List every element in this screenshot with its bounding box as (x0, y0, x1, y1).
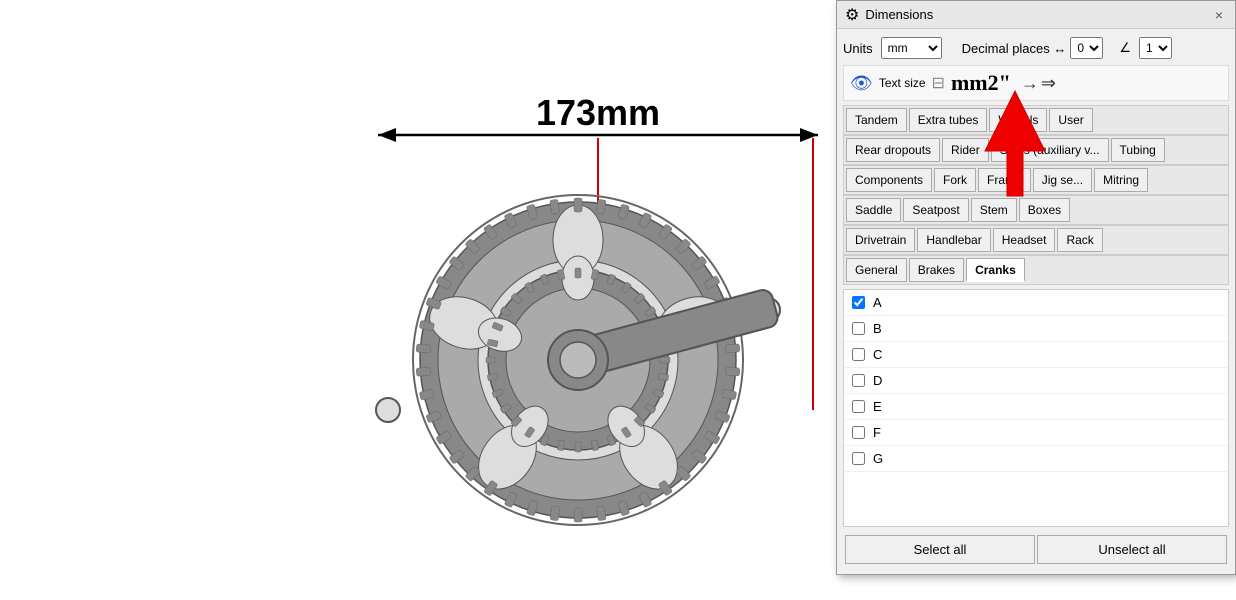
checkbox-label-c: C (873, 347, 882, 362)
tab-fork[interactable]: Fork (934, 168, 976, 192)
tab-boxes[interactable]: Boxes (1019, 198, 1070, 222)
decimal-label: Decimal places ↔ (962, 41, 1067, 56)
checkbox-label-e: E (873, 399, 882, 414)
checkbox-a[interactable] (852, 296, 865, 309)
tab-rows-container: TandemExtra tubesWheelsUserRear dropouts… (843, 105, 1229, 285)
textsize-row: 👁 Text size ⊟ mm2" → ⇒ (843, 65, 1229, 101)
list-item: E (844, 394, 1228, 420)
tab-tandem[interactable]: Tandem (846, 108, 907, 132)
select-all-button[interactable]: Select all (845, 535, 1035, 564)
list-item: F (844, 420, 1228, 446)
list-item: C (844, 342, 1228, 368)
slider-icon: ⊟ (932, 73, 945, 93)
tab-stays-auxiliary-v[interactable]: Stays (auxiliary v... (991, 138, 1109, 162)
dialog-titlebar: ⚙ Dimensions × (837, 1, 1235, 29)
decimal-places-group: Decimal places ↔ 0 1 2 3 (962, 37, 1104, 59)
dimensions-dialog: ⚙ Dimensions × Units mm cm inches Decima… (836, 0, 1236, 575)
checkbox-e[interactable] (852, 400, 865, 413)
arrow-button-2[interactable]: ⇒ (1041, 73, 1056, 94)
angle-select[interactable]: 0 1 2 3 (1139, 37, 1172, 59)
dialog-title-text: Dimensions (865, 7, 933, 22)
list-item: D (844, 368, 1228, 394)
svg-text:173mm: 173mm (536, 92, 660, 133)
tab-general[interactable]: General (846, 258, 907, 282)
tab-extra-tubes[interactable]: Extra tubes (909, 108, 988, 132)
textsize-label: Text size (879, 76, 926, 90)
tab-components[interactable]: Components (846, 168, 932, 192)
close-button[interactable]: × (1211, 7, 1227, 23)
dialog-title: ⚙ Dimensions (845, 5, 933, 25)
tab-frame[interactable]: Frame (978, 168, 1031, 192)
tab-row-1: Rear dropoutsRiderStays (auxiliary v...T… (843, 135, 1229, 165)
textsize-display: mm2" (951, 70, 1011, 96)
tab-seatpost[interactable]: Seatpost (903, 198, 968, 222)
checkbox-label-d: D (873, 373, 882, 388)
list-item: A (844, 290, 1228, 316)
units-label: Units (843, 41, 873, 56)
checkbox-g[interactable] (852, 452, 865, 465)
checkbox-label-a: A (873, 295, 882, 310)
checkbox-f[interactable] (852, 426, 865, 439)
tab-row-4: DrivetrainHandlebarHeadsetRack (843, 225, 1229, 255)
angle-label: ∠ (1119, 40, 1131, 56)
eye-icon: 👁 (850, 73, 873, 94)
units-select[interactable]: mm cm inches (881, 37, 942, 59)
arrow-icons-group: → ⇒ (1021, 73, 1056, 94)
decimal-select[interactable]: 0 1 2 3 (1070, 37, 1103, 59)
tab-drivetrain[interactable]: Drivetrain (846, 228, 915, 252)
tab-stem[interactable]: Stem (971, 198, 1017, 222)
tab-row-5: GeneralBrakesCranks (843, 255, 1229, 285)
tab-handlebar[interactable]: Handlebar (917, 228, 990, 252)
checkbox-label-f: F (873, 425, 881, 440)
tab-row-2: ComponentsForkFrameJig se...Mitring (843, 165, 1229, 195)
tab-brakes[interactable]: Brakes (909, 258, 964, 282)
dialog-body: Units mm cm inches Decimal places ↔ 0 1 … (837, 29, 1235, 574)
tab-row-0: TandemExtra tubesWheelsUser (843, 105, 1229, 135)
unselect-all-button[interactable]: Unselect all (1037, 535, 1227, 564)
checkbox-b[interactable] (852, 322, 865, 335)
tab-jig-se[interactable]: Jig se... (1033, 168, 1092, 192)
tab-saddle[interactable]: Saddle (846, 198, 901, 222)
checkbox-d[interactable] (852, 374, 865, 387)
tab-rear-dropouts[interactable]: Rear dropouts (846, 138, 940, 162)
bottom-buttons: Select all Unselect all (843, 531, 1229, 568)
list-item: B (844, 316, 1228, 342)
tab-wheels[interactable]: Wheels (989, 108, 1047, 132)
tab-mitring[interactable]: Mitring (1094, 168, 1148, 192)
checkbox-list[interactable]: ABCDEFG (843, 289, 1229, 527)
tab-row-3: SaddleSeatpostStemBoxes (843, 195, 1229, 225)
tab-headset[interactable]: Headset (993, 228, 1056, 252)
tab-cranks[interactable]: Cranks (966, 258, 1025, 282)
tab-tubing[interactable]: Tubing (1111, 138, 1165, 162)
tab-rider[interactable]: Rider (942, 138, 989, 162)
list-item: G (844, 446, 1228, 472)
dialog-icon: ⚙ (845, 5, 859, 25)
tab-rack[interactable]: Rack (1057, 228, 1102, 252)
units-row: Units mm cm inches Decimal places ↔ 0 1 … (843, 35, 1229, 61)
arrow-button-1[interactable]: → (1021, 73, 1039, 94)
tab-user[interactable]: User (1049, 108, 1092, 132)
checkbox-label-b: B (873, 321, 882, 336)
checkbox-c[interactable] (852, 348, 865, 361)
checkbox-label-g: G (873, 451, 883, 466)
